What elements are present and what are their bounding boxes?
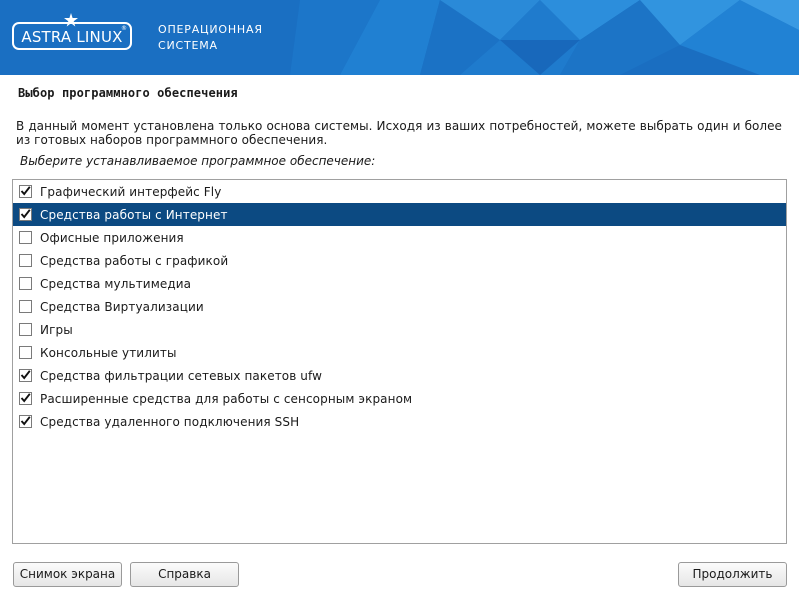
header-banner: ASTRA LINUX ® ОПЕРАЦИОННАЯ СИСТЕМА (0, 0, 799, 75)
list-item[interactable]: Графический интерфейс Fly (13, 180, 786, 203)
list-item[interactable]: Средства удаленного подключения SSH (13, 410, 786, 433)
banner-subtitle-line1: ОПЕРАЦИОННАЯ (158, 23, 263, 36)
list-item[interactable]: Средства Виртуализации (13, 295, 786, 318)
checkbox-unchecked[interactable] (19, 277, 32, 290)
list-item-label: Средства фильтрации сетевых пакетов ufw (40, 368, 323, 383)
checkbox-unchecked[interactable] (19, 300, 32, 313)
list-item[interactable]: Средства работы с графикой (13, 249, 786, 272)
checkmark-icon (20, 186, 31, 196)
list-item-label: Средства мультимедиа (40, 276, 192, 291)
instruction-text: Выберите устанавливаемое программное обе… (20, 154, 376, 168)
description-text: В данный момент установлена только основ… (16, 119, 782, 147)
list-item[interactable]: Средства работы с Интернет (13, 203, 786, 226)
checkmark-icon (20, 393, 31, 403)
checkbox-checked[interactable] (19, 392, 32, 405)
list-item-label: Средства работы с графикой (40, 253, 229, 268)
list-item[interactable]: Офисные приложения (13, 226, 786, 249)
list-item[interactable]: Средства фильтрации сетевых пакетов ufw (13, 364, 786, 387)
star-icon (64, 13, 78, 27)
continue-button[interactable]: Продолжить (678, 562, 787, 587)
checkmark-icon (20, 209, 31, 219)
page-title: Выбор программного обеспечения (18, 86, 238, 100)
checkbox-checked[interactable] (19, 369, 32, 382)
checkbox-unchecked[interactable] (19, 231, 32, 244)
list-item-label: Средства Виртуализации (40, 299, 204, 314)
banner-subtitle: ОПЕРАЦИОННАЯ СИСТЕМА (158, 22, 263, 54)
list-item-label: Средства удаленного подключения SSH (40, 414, 300, 429)
list-item[interactable]: Средства мультимедиа (13, 272, 786, 295)
checkbox-checked[interactable] (19, 185, 32, 198)
list-item-label: Средства работы с Интернет (40, 207, 228, 222)
checkmark-icon (20, 370, 31, 380)
list-item-label: Консольные утилиты (40, 345, 177, 360)
checkmark-icon (20, 416, 31, 426)
help-button[interactable]: Справка (130, 562, 239, 587)
banner-subtitle-line2: СИСТЕМА (158, 39, 218, 52)
screenshot-button[interactable]: Снимок экрана (13, 562, 122, 587)
checkbox-checked[interactable] (19, 208, 32, 221)
list-item-label: Офисные приложения (40, 230, 184, 245)
list-item-label: Расширенные средства для работы с сенсор… (40, 391, 413, 406)
checkbox-unchecked[interactable] (19, 254, 32, 267)
logo-text: ASTRA LINUX (21, 28, 123, 46)
list-item-label: Графический интерфейс Fly (40, 184, 222, 199)
logo-registered-mark: ® (121, 25, 127, 32)
list-item[interactable]: Игры (13, 318, 786, 341)
list-item-label: Игры (40, 322, 73, 337)
list-item[interactable]: Консольные утилиты (13, 341, 786, 364)
checkbox-unchecked[interactable] (19, 346, 32, 359)
checkbox-unchecked[interactable] (19, 323, 32, 336)
checkbox-checked[interactable] (19, 415, 32, 428)
software-selection-list[interactable]: Графический интерфейс Fly Средства работы… (12, 179, 787, 544)
list-item[interactable]: Расширенные средства для работы с сенсор… (13, 387, 786, 410)
